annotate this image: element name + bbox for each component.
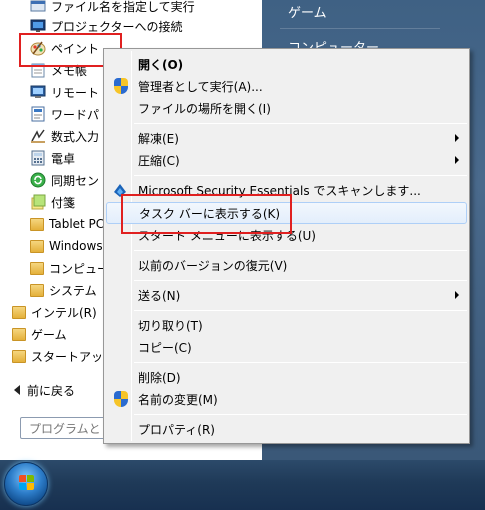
menu-separator: [134, 414, 467, 415]
sync-center-icon: [30, 172, 46, 188]
menu-item-label: プロパティ(R): [138, 422, 215, 437]
start-button[interactable]: [4, 462, 48, 506]
folder-startup[interactable]: スタートアッ: [12, 345, 103, 367]
menu-item-open[interactable]: 開く(O): [106, 53, 467, 75]
menu-separator: [134, 175, 467, 176]
program-sticky-notes[interactable]: 付箋: [30, 191, 75, 213]
menu-item-label: ファイルの場所を開く(I): [138, 101, 271, 116]
folder-icon: [30, 261, 44, 275]
program-label: ワードパ: [51, 107, 100, 122]
menu-item-properties[interactable]: プロパティ(R): [106, 418, 467, 440]
submenu-arrow-icon: [455, 134, 459, 142]
menu-separator: [134, 250, 467, 251]
submenu-arrow-icon: [455, 291, 459, 299]
folder-label: インテル(R): [31, 305, 97, 320]
program-math-input[interactable]: 数式入力: [30, 125, 99, 147]
menu-item-label: 解凍(E): [138, 131, 179, 146]
menu-item-extract[interactable]: 解凍(E): [106, 127, 467, 149]
menu-separator: [134, 362, 467, 363]
right-item-games[interactable]: ゲーム: [288, 2, 327, 21]
program-sync-center[interactable]: 同期セン: [30, 169, 99, 191]
uac-shield-icon: [114, 78, 128, 94]
program-folder-tablet-pc[interactable]: Tablet PC: [30, 213, 104, 235]
annotation-highlight-pin-to-taskbar: [121, 194, 292, 234]
folder-games[interactable]: ゲーム: [12, 323, 67, 345]
context-menu: 開く(O) 管理者として実行(A)... ファイルの場所を開く(I) 解凍(E)…: [103, 48, 470, 444]
math-input-icon: [30, 128, 46, 144]
menu-item-label: 管理者として実行(A)...: [138, 79, 263, 94]
program-label: プロジェクターへの接続: [51, 19, 183, 34]
windows-logo-icon: [19, 475, 35, 491]
folder-icon: [30, 217, 44, 231]
menu-item-open-file-location[interactable]: ファイルの場所を開く(I): [106, 97, 467, 119]
folder-icon: [30, 283, 44, 297]
search-placeholder: プログラムと: [29, 421, 101, 436]
program-label: 付箋: [51, 195, 76, 210]
back-label: 前に戻る: [27, 383, 76, 398]
menu-item-compress[interactable]: 圧縮(C): [106, 149, 467, 171]
menu-item-label: 圧縮(C): [138, 153, 180, 168]
program-folder-computer[interactable]: コンピュー: [30, 257, 109, 279]
projector-icon: [30, 18, 46, 34]
sticky-notes-icon: [30, 194, 46, 210]
program-label: 同期セン: [51, 173, 100, 188]
program-label: ファイル名を指定して実行: [51, 0, 195, 14]
menu-item-label: コピー(C): [138, 340, 192, 355]
program-label: Tablet PC: [49, 217, 105, 231]
folder-icon: [12, 327, 26, 341]
submenu-arrow-icon: [455, 156, 459, 164]
program-folder-windows[interactable]: Windows: [30, 235, 103, 257]
menu-item-label: 削除(D): [138, 370, 181, 385]
back-button[interactable]: 前に戻る: [14, 380, 75, 400]
uac-shield-icon: [114, 391, 128, 407]
folder-label: スタートアッ: [31, 349, 104, 364]
right-pane-divider: [280, 28, 440, 29]
folder-icon: [12, 349, 26, 363]
program-folder-system[interactable]: システム: [30, 279, 97, 301]
run-icon: [30, 0, 46, 14]
folder-label: ゲーム: [31, 327, 67, 342]
program-label: 数式入力: [51, 129, 100, 144]
back-arrow-icon: [14, 385, 20, 395]
menu-item-cut[interactable]: 切り取り(T): [106, 314, 467, 336]
menu-item-label: 送る(N): [138, 288, 181, 303]
program-label: Windows: [49, 239, 103, 253]
program-label: コンピュー: [49, 261, 110, 276]
taskbar: [0, 460, 485, 510]
folder-icon: [30, 239, 44, 253]
menu-item-label: 切り取り(T): [138, 318, 203, 333]
menu-item-delete[interactable]: 削除(D): [106, 366, 467, 388]
menu-item-rename[interactable]: 名前の変更(M): [106, 388, 467, 410]
program-remote-desktop[interactable]: リモート: [30, 81, 99, 103]
folder-icon: [12, 305, 26, 319]
calculator-icon: [30, 150, 46, 166]
program-label: システム: [49, 283, 97, 298]
program-label: 電卓: [51, 151, 76, 166]
program-label: リモート: [51, 85, 100, 100]
menu-item-run-as-admin[interactable]: 管理者として実行(A)...: [106, 75, 467, 97]
remote-desktop-icon: [30, 84, 46, 100]
menu-separator: [134, 123, 467, 124]
menu-separator: [134, 280, 467, 281]
folder-intel[interactable]: インテル(R): [12, 301, 97, 323]
menu-item-restore-previous-versions[interactable]: 以前のバージョンの復元(V): [106, 254, 467, 276]
program-calculator[interactable]: 電卓: [30, 147, 75, 169]
menu-item-label: 開く(O): [138, 57, 184, 72]
wordpad-icon: [30, 106, 46, 122]
menu-separator: [134, 310, 467, 311]
menu-item-label: 以前のバージョンの復元(V): [138, 258, 288, 273]
menu-item-send-to[interactable]: 送る(N): [106, 284, 467, 306]
program-wordpad[interactable]: ワードパ: [30, 103, 99, 125]
menu-item-copy[interactable]: コピー(C): [106, 336, 467, 358]
menu-item-label: 名前の変更(M): [138, 392, 218, 407]
